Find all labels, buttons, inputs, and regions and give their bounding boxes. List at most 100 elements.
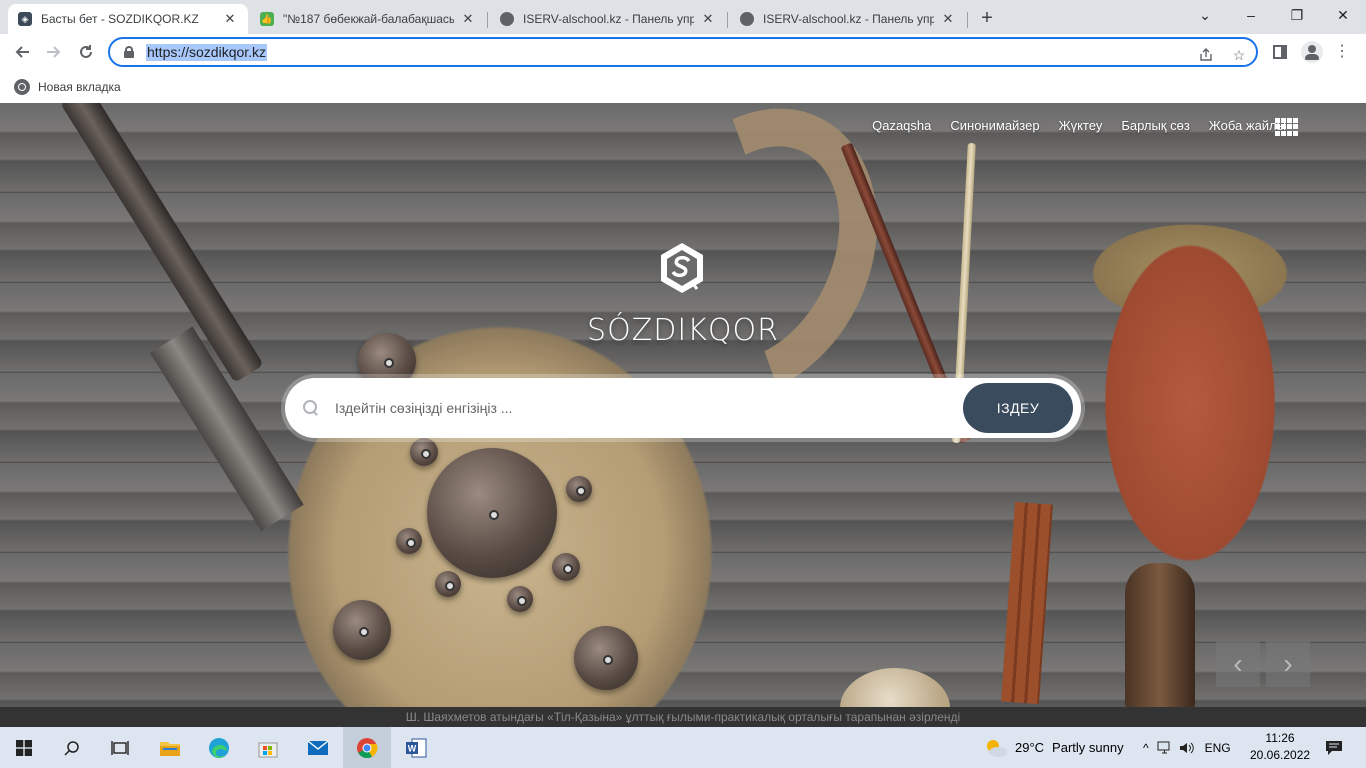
weather-text: Partly sunny (1052, 740, 1124, 755)
word-icon: W (406, 738, 427, 757)
thumbs-up-favicon-icon: 👍 (260, 12, 274, 26)
taskbar-edge[interactable] (195, 727, 243, 768)
taskbar-mail[interactable] (294, 727, 342, 768)
minimize-button[interactable]: – (1228, 0, 1274, 30)
language-indicator[interactable]: ENG (1205, 741, 1231, 755)
close-tab-icon[interactable]: ✕ (940, 11, 956, 27)
clock[interactable]: 11:26 20.06.2022 (1250, 730, 1310, 764)
decor-ball (840, 668, 950, 707)
task-view-button[interactable] (96, 727, 144, 768)
tab-iserv-2[interactable]: ISERV-alschool.kz - Панель управ ✕ (730, 4, 966, 34)
menu-button[interactable]: ⋮ (1328, 38, 1356, 66)
windows-taskbar: W 29°C Partly sunny ^ ENG 11:26 20.06.20… (0, 727, 1366, 768)
tab-title: Басты бет - SOZDIKQOR.KZ (41, 12, 199, 26)
browser-toolbar: https://sozdikqor.kz ☆ ⋮ (0, 34, 1366, 71)
tab-divider (727, 12, 728, 28)
weather-widget[interactable]: 29°C Partly sunny (984, 727, 1124, 768)
windows-logo-icon (16, 739, 32, 756)
tab-strip: ◈ Басты бет - SOZDIKQOR.KZ ✕ 👍 "№187 бөб… (0, 0, 1366, 34)
chevron-up-icon[interactable]: ^ (1143, 741, 1149, 755)
side-panel-icon (1273, 45, 1287, 59)
globe-icon (740, 12, 754, 26)
tab-title: ISERV-alschool.kz - Панель управ (523, 12, 694, 26)
new-tab-button[interactable]: + (976, 7, 998, 29)
decor-gourd (1125, 563, 1195, 707)
kebab-menu-icon: ⋮ (1334, 43, 1350, 60)
sozdikqor-favicon-icon: ◈ (18, 12, 32, 26)
start-button[interactable] (0, 727, 48, 768)
avatar-icon (1301, 41, 1323, 63)
decor-cinnamon (1001, 501, 1053, 705)
network-icon[interactable] (1157, 741, 1173, 755)
search-bar: ІЗДЕУ (285, 378, 1081, 438)
edge-browser-icon (209, 737, 229, 758)
decor-shield-boss (427, 448, 557, 578)
profile-button[interactable] (1298, 38, 1326, 66)
slider-prev-button[interactable]: ‹ (1216, 641, 1260, 687)
taskbar-search-button[interactable] (48, 727, 96, 768)
system-tray: ^ ENG (1143, 727, 1231, 768)
volume-icon[interactable] (1179, 741, 1195, 755)
decor-shield-boss (574, 626, 638, 690)
side-panel-button[interactable] (1266, 38, 1294, 66)
search-icon (303, 400, 319, 416)
globe-icon (500, 12, 514, 26)
search-icon (64, 740, 79, 756)
tab-search-button[interactable]: ⌄ (1182, 0, 1228, 30)
decor-shield-boss (333, 600, 391, 660)
nav-synonymizer[interactable]: Синонимайзер (950, 118, 1039, 133)
task-view-icon (111, 740, 129, 755)
tab-title: ISERV-alschool.kz - Панель управ (763, 12, 934, 26)
decor-rivet (410, 438, 438, 466)
taskbar-chrome[interactable] (343, 727, 391, 768)
decor-rivet (566, 476, 592, 502)
reload-button[interactable] (72, 38, 100, 66)
decor-rivet (507, 586, 533, 612)
globe-icon (14, 79, 30, 95)
reload-icon (80, 45, 92, 58)
forward-button[interactable] (40, 38, 68, 66)
folder-icon (160, 741, 180, 756)
clock-time: 11:26 (1265, 731, 1295, 745)
lock-icon (124, 46, 134, 58)
search-input[interactable] (335, 400, 963, 416)
slider-next-button[interactable]: › (1266, 641, 1310, 687)
bookmark-star-icon[interactable]: ☆ (1228, 44, 1250, 66)
bookmark-new-tab[interactable]: Новая вкладка (38, 80, 121, 94)
mail-icon (307, 739, 329, 755)
close-tab-icon[interactable]: ✕ (700, 11, 716, 27)
share-icon[interactable] (1195, 44, 1217, 66)
notifications-button[interactable] (1310, 727, 1358, 768)
search-button[interactable]: ІЗДЕУ (963, 383, 1073, 433)
hero-section: Qazaqsha Синонимайзер Жүктеу Барлық сөз … (0, 103, 1366, 707)
arrow-right-icon (47, 46, 61, 58)
brand-title: SÓZDIKQOR (587, 313, 779, 348)
weather-temp: 29°C (1015, 740, 1045, 755)
url-text[interactable]: https://sozdikqor.kz (146, 43, 268, 61)
nav-all-words[interactable]: Барлық сөз (1121, 118, 1189, 133)
tab-iserv-1[interactable]: ISERV-alschool.kz - Панель управ ✕ (490, 4, 726, 34)
notification-icon (1326, 740, 1342, 755)
nav-qazaqsha[interactable]: Qazaqsha (872, 118, 931, 133)
apps-grid-icon[interactable] (1275, 118, 1299, 136)
store-bag-icon (258, 742, 278, 757)
site-nav: Qazaqsha Синонимайзер Жүктеу Барлық сөз … (872, 118, 1286, 133)
site-footer: Ш. Шаяхметов атындағы «Тіл-Қазына» ұлтты… (0, 707, 1366, 727)
taskbar-file-explorer[interactable] (146, 727, 194, 768)
decor-rivet (552, 553, 580, 581)
taskbar-word[interactable]: W (392, 727, 440, 768)
maximize-button[interactable]: ❐ (1274, 0, 1320, 30)
address-bar[interactable]: https://sozdikqor.kz ☆ (108, 37, 1258, 67)
tab-kindergarten[interactable]: 👍 "№187 бөбекжай-балабақшасы" ✕ (250, 4, 486, 34)
partly-sunny-icon (987, 739, 1007, 757)
arrow-left-icon (15, 46, 29, 58)
chrome-icon (357, 737, 378, 758)
nav-download[interactable]: Жүктеу (1059, 118, 1103, 133)
close-tab-icon[interactable]: ✕ (460, 11, 476, 27)
sozdikqor-logo-icon (661, 243, 703, 293)
tab-sozdikqor[interactable]: ◈ Басты бет - SOZDIKQOR.KZ ✕ (8, 4, 248, 34)
close-window-button[interactable]: ✕ (1320, 0, 1366, 30)
taskbar-store[interactable] (244, 727, 292, 768)
back-button[interactable] (8, 38, 36, 66)
close-tab-icon[interactable]: ✕ (222, 11, 238, 27)
